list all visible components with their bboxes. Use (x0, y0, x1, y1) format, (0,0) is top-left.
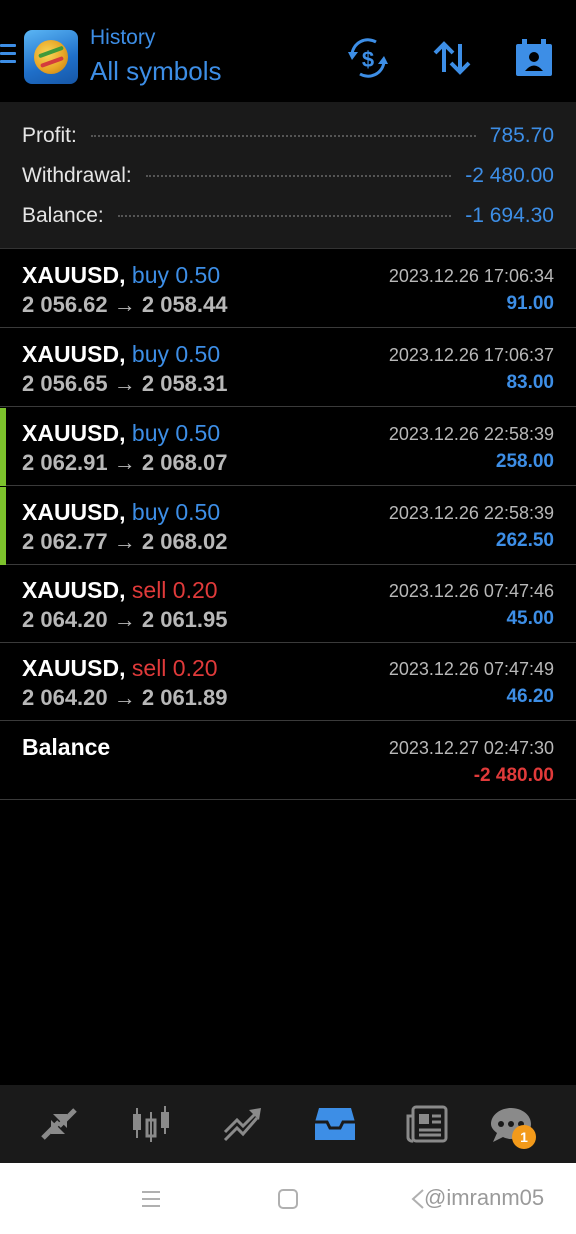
summary-label: Withdrawal: (22, 164, 132, 187)
messages-badge: 1 (512, 1125, 536, 1149)
deal-time: 2023.12.26 22:58:39 (388, 424, 554, 444)
metatrader-logo (24, 30, 78, 84)
symbol-filter-title[interactable]: All symbols (90, 56, 221, 87)
calendar-icon[interactable] (510, 34, 558, 82)
deal-profit: 91.00 (506, 293, 554, 314)
trade-icon[interactable] (220, 1101, 266, 1147)
deal-row[interactable]: XAUUSD, buy 0.50 2 062.77 → 2 068.02 202… (0, 487, 576, 565)
deal-profit: -2 480.00 (473, 765, 554, 786)
top-app-bar: History All symbols $ (0, 0, 576, 102)
deal-profit: 83.00 (506, 372, 554, 393)
summary-row-profit: Profit: 785.70 (22, 120, 554, 152)
sort-icon[interactable] (428, 34, 476, 82)
deal-symbol: XAUUSD, (22, 577, 126, 603)
deal-row[interactable]: XAUUSD, buy 0.50 2 056.65 → 2 058.31 202… (0, 329, 576, 407)
summary-value: -2 480.00 (465, 164, 554, 187)
recent-apps-icon[interactable] (137, 1185, 165, 1213)
dotted-leader (145, 175, 452, 177)
deal-symbol: XAUUSD, (22, 262, 126, 288)
deal-time: 2023.12.26 17:06:37 (388, 345, 554, 365)
deal-prices: 2 062.91 → 2 068.07 (22, 450, 228, 475)
bottom-navigation: 1 (0, 1085, 576, 1163)
watermark-text: @imranm05 (424, 1185, 545, 1210)
page-subtitle: History (90, 26, 156, 49)
currency-exchange-icon[interactable]: $ (344, 34, 392, 82)
open-position-marker (0, 408, 6, 486)
deal-type: sell 0.20 (131, 577, 218, 603)
deal-prices: 2 064.20 → 2 061.95 (22, 607, 228, 632)
deal-prices: 2 064.20 → 2 061.89 (22, 685, 228, 710)
deal-type: sell 0.20 (131, 655, 218, 681)
menu-icon[interactable] (0, 44, 16, 68)
deal-row[interactable]: XAUUSD, sell 0.20 2 064.20 → 2 061.89 20… (0, 643, 576, 721)
deal-symbol: XAUUSD, (22, 341, 126, 367)
deal-time: 2023.12.27 02:47:30 (388, 738, 554, 758)
summary-label: Balance: (22, 204, 104, 227)
summary-value: -1 694.30 (465, 204, 554, 227)
deal-time: 2023.12.26 07:47:49 (388, 659, 554, 679)
deal-prices: 2 062.77 → 2 068.02 (22, 529, 228, 554)
deal-row[interactable]: XAUUSD, buy 0.50 2 056.62 → 2 058.44 202… (0, 250, 576, 328)
svg-text:$: $ (362, 47, 374, 72)
deal-profit: 262.50 (495, 530, 554, 551)
quotes-icon[interactable] (36, 1101, 82, 1147)
deal-type: buy 0.50 (131, 341, 221, 367)
deal-row[interactable]: XAUUSD, buy 0.50 2 062.91 → 2 068.07 202… (0, 408, 576, 486)
chart-icon[interactable] (128, 1101, 174, 1147)
deal-type: buy 0.50 (131, 262, 221, 288)
system-navigation-bar: @imranm05 (0, 1163, 576, 1234)
deal-profit: 46.20 (506, 686, 554, 707)
messages-icon[interactable]: 1 (488, 1101, 536, 1149)
summary-row-balance: Balance: -1 694.30 (22, 200, 554, 232)
deal-time: 2023.12.26 07:47:46 (388, 581, 554, 601)
balance-label: Balance (22, 734, 111, 760)
deal-profit: 45.00 (506, 608, 554, 629)
summary-panel: Profit: 785.70 Withdrawal: -2 480.00 Bal… (0, 102, 576, 249)
deal-type: buy 0.50 (131, 499, 221, 525)
deal-type: buy 0.50 (131, 420, 221, 446)
news-icon[interactable] (404, 1101, 450, 1147)
deal-time: 2023.12.26 22:58:39 (388, 503, 554, 523)
summary-label: Profit: (22, 124, 77, 147)
open-position-marker (0, 487, 6, 565)
balance-row[interactable]: Balance 2023.12.27 02:47:30 -2 480.00 (0, 722, 576, 800)
deal-symbol: XAUUSD, (22, 499, 126, 525)
deal-time: 2023.12.26 17:06:34 (388, 266, 554, 286)
deal-profit: 258.00 (495, 451, 554, 472)
deal-row[interactable]: XAUUSD, sell 0.20 2 064.20 → 2 061.95 20… (0, 565, 576, 643)
summary-value: 785.70 (489, 124, 554, 147)
deal-prices: 2 056.65 → 2 058.31 (22, 371, 228, 396)
dotted-leader (117, 215, 452, 217)
history-icon[interactable] (312, 1101, 358, 1147)
deal-symbol: XAUUSD, (22, 655, 126, 681)
dotted-leader (90, 135, 476, 137)
summary-row-withdrawal: Withdrawal: -2 480.00 (22, 160, 554, 192)
deal-prices: 2 056.62 → 2 058.44 (22, 292, 228, 317)
deal-symbol: XAUUSD, (22, 420, 126, 446)
home-icon[interactable] (274, 1185, 302, 1213)
